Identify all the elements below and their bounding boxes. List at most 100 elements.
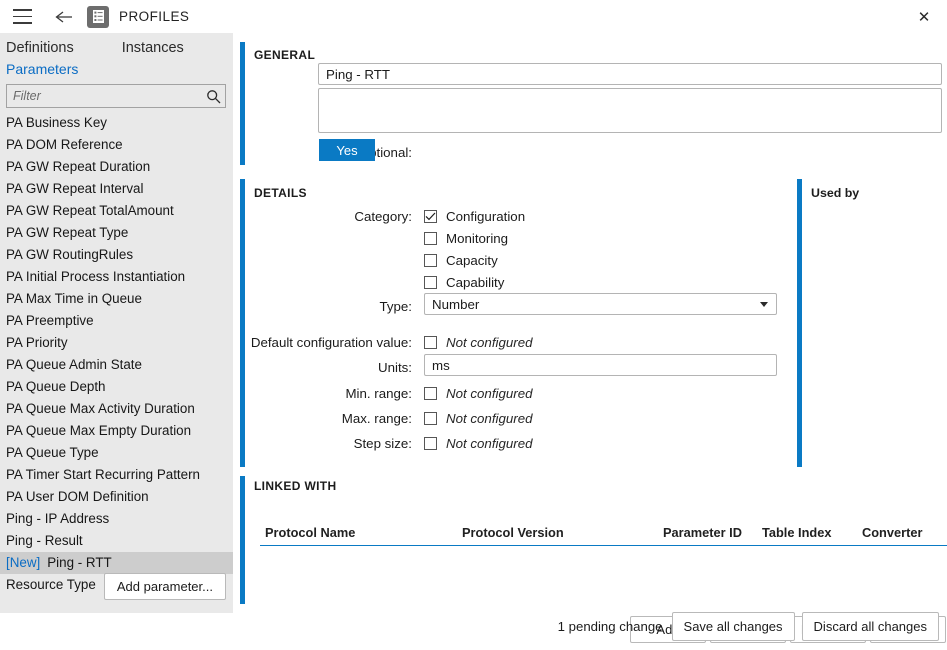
linked-with-header: Protocol Name Protocol Version Parameter…: [260, 525, 947, 546]
list-item[interactable]: PA Queue Max Activity Duration: [0, 398, 233, 420]
hamburger-menu-icon[interactable]: [0, 0, 44, 33]
list-item[interactable]: PA Queue Admin State: [0, 354, 233, 376]
list-item-label: PA GW Repeat Duration: [6, 159, 151, 174]
filter-box: [6, 84, 226, 108]
list-item-label: PA GW RoutingRules: [6, 247, 134, 262]
list-item-label: PA GW Repeat Interval: [6, 181, 144, 196]
column-parameter-id[interactable]: Parameter ID: [663, 525, 742, 540]
add-parameter-button[interactable]: Add parameter...: [103, 573, 226, 600]
checkbox-icon-capacity: [424, 254, 437, 267]
column-protocol-version[interactable]: Protocol Version: [462, 525, 564, 540]
filter-input[interactable]: [7, 89, 201, 103]
list-item[interactable]: PA User DOM Definition: [0, 486, 233, 508]
list-item[interactable]: [New] Ping - RTT: [0, 552, 233, 574]
column-table-index[interactable]: Table Index: [762, 525, 831, 540]
list-item-label: PA Queue Admin State: [6, 357, 142, 372]
list-item[interactable]: PA Queue Depth: [0, 376, 233, 398]
pending-changes-status: 1 pending change: [557, 619, 663, 634]
checkbox-icon-min-range: [424, 387, 437, 400]
min-range-state: Not configured: [446, 386, 533, 401]
category-checkbox-capability[interactable]: Capability: [424, 275, 504, 290]
tab-definitions[interactable]: Definitions: [6, 40, 74, 56]
list-item[interactable]: PA Priority: [0, 332, 233, 354]
units-label: Units:: [378, 360, 412, 375]
chevron-down-icon: [760, 301, 768, 307]
list-item-label: PA Initial Process Instantiation: [6, 269, 186, 284]
default-config-checkbox[interactable]: Not configured: [424, 335, 532, 350]
used-by-title: Used by: [811, 186, 860, 200]
list-item-label: PA DOM Reference: [6, 137, 123, 152]
checkbox-icon-monitoring: [424, 232, 437, 245]
new-badge: [New]: [6, 555, 41, 570]
list-item[interactable]: PA GW Repeat Interval: [0, 178, 233, 200]
list-item[interactable]: PA Initial Process Instantiation: [0, 266, 233, 288]
app-title: PROFILES: [119, 9, 190, 24]
category-checkbox-capacity[interactable]: Capacity: [424, 253, 498, 268]
list-item-label: Ping - RTT: [47, 555, 112, 570]
name-input[interactable]: [318, 63, 942, 85]
search-icon[interactable]: [201, 89, 225, 104]
step-size-checkbox[interactable]: Not configured: [424, 436, 532, 451]
list-item[interactable]: PA Timer Start Recurring Pattern: [0, 464, 233, 486]
list-item-label: PA GW Repeat TotalAmount: [6, 203, 174, 218]
checkbox-icon-configuration: [424, 210, 437, 223]
title-bar: PROFILES ✕: [0, 0, 947, 33]
parameter-list[interactable]: PA Business Key PA DOM Reference PA GW Rep…: [0, 112, 233, 602]
details-section-title: DETAILS: [254, 186, 307, 200]
list-item[interactable]: PA GW Repeat Duration: [0, 156, 233, 178]
list-item[interactable]: PA Queue Type: [0, 442, 233, 464]
sidebar: Definitions Instances Parameters PA Busi…: [0, 33, 233, 613]
list-item-label: PA Queue Type: [6, 445, 99, 460]
list-item[interactable]: Ping - IP Address: [0, 508, 233, 530]
category-checkbox-configuration[interactable]: Configuration: [424, 209, 525, 224]
max-range-checkbox[interactable]: Not configured: [424, 411, 532, 426]
discard-all-changes-button[interactable]: Discard all changes: [801, 612, 939, 641]
remarks-input[interactable]: [318, 88, 942, 133]
list-item[interactable]: PA GW RoutingRules: [0, 244, 233, 266]
checkbox-icon-default-config: [424, 336, 437, 349]
step-size-label: Step size:: [353, 436, 412, 451]
list-item-label: PA Business Key: [6, 115, 107, 130]
type-select[interactable]: Number: [424, 293, 777, 315]
max-range-state: Not configured: [446, 411, 533, 426]
main-pane: GENERAL Name: Remarks: Optional: Yes DET…: [240, 33, 947, 650]
list-item[interactable]: PA Business Key: [0, 112, 233, 134]
list-item-label: PA Max Time in Queue: [6, 291, 142, 306]
list-item-label: PA Queue Max Activity Duration: [6, 401, 195, 416]
list-item-label: PA GW Repeat Type: [6, 225, 129, 240]
list-item[interactable]: PA Queue Max Empty Duration: [0, 420, 233, 442]
list-item[interactable]: PA Preemptive: [0, 310, 233, 332]
min-range-checkbox[interactable]: Not configured: [424, 386, 532, 401]
linked-with-accent-bar: [240, 476, 245, 604]
list-item[interactable]: PA GW Repeat Type: [0, 222, 233, 244]
type-select-value: Number: [432, 296, 480, 312]
save-all-changes-button[interactable]: Save all changes: [671, 612, 795, 641]
subtab-parameters[interactable]: Parameters: [0, 56, 233, 79]
list-item[interactable]: PA GW Repeat TotalAmount: [0, 200, 233, 222]
checkbox-icon-capability: [424, 276, 437, 289]
list-item[interactable]: PA Max Time in Queue: [0, 288, 233, 310]
category-checkbox-monitoring[interactable]: Monitoring: [424, 231, 508, 246]
list-item[interactable]: PA DOM Reference: [0, 134, 233, 156]
checkbox-icon-max-range: [424, 412, 437, 425]
sidebar-tabs: Definitions Instances: [0, 33, 233, 56]
column-protocol-name[interactable]: Protocol Name: [265, 525, 355, 540]
list-item-label: PA Timer Start Recurring Pattern: [6, 467, 200, 482]
type-label: Type:: [379, 299, 412, 314]
category-label: Category:: [354, 209, 412, 224]
list-item-label: PA Queue Depth: [6, 379, 106, 394]
column-converter[interactable]: Converter: [862, 525, 922, 540]
list-item-label: Ping - IP Address: [6, 511, 110, 526]
max-range-label: Max. range:: [341, 411, 412, 426]
list-item[interactable]: Ping - Result: [0, 530, 233, 552]
close-icon[interactable]: ✕: [901, 0, 947, 33]
add-parameter-row: Add parameter...: [103, 573, 226, 600]
general-section-title: GENERAL: [254, 48, 316, 62]
tab-instances[interactable]: Instances: [122, 40, 184, 56]
optional-toggle-button[interactable]: Yes: [319, 139, 375, 161]
default-config-state: Not configured: [446, 335, 533, 350]
category-label-capability: Capability: [446, 275, 505, 290]
arrow-left-icon[interactable]: [44, 0, 84, 33]
units-input[interactable]: [424, 354, 777, 376]
document-list-icon: [87, 5, 109, 28]
